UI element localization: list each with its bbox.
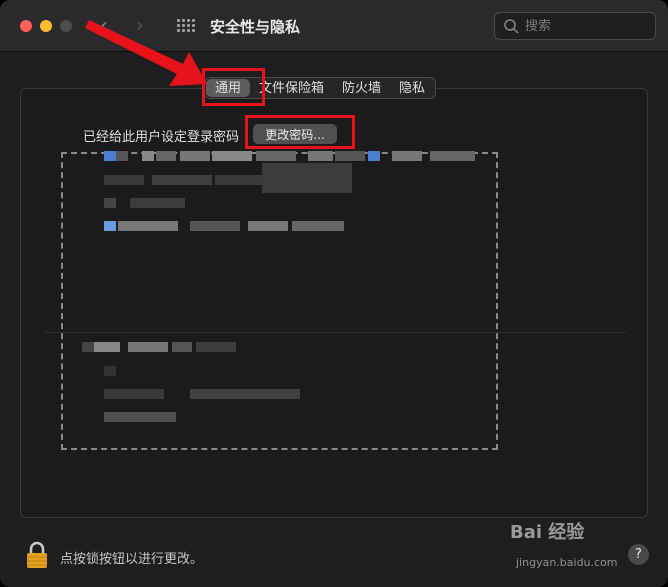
annotation-arrow-icon (85, 20, 207, 86)
search-icon (504, 19, 519, 34)
watermark-url: jingyan.baidu.com (516, 556, 618, 569)
search-field[interactable] (494, 12, 656, 40)
preferences-window: ‹ › 安全性与隐私 通用 文件保险箱 防火墙 隐私 已经给此用户设定登录密码 … (0, 0, 668, 587)
close-window-button[interactable] (20, 20, 32, 32)
tab-privacy[interactable]: 隐私 (390, 79, 434, 97)
password-status-label: 已经给此用户设定登录密码 (83, 130, 240, 145)
search-input[interactable] (525, 17, 645, 35)
help-icon[interactable]: ? (628, 544, 649, 565)
highlight-change-password (245, 115, 355, 149)
redacted-content-area (61, 152, 498, 450)
tab-firewall[interactable]: 防火墙 (333, 79, 390, 97)
highlight-general-tab (202, 68, 265, 106)
watermark-logo: Bai 经验 (510, 522, 585, 543)
zoom-window-button[interactable] (60, 20, 72, 32)
lock-hint-text: 点按锁按钮以进行更改。 (60, 552, 204, 567)
window-title: 安全性与隐私 (210, 18, 301, 36)
minimize-window-button[interactable] (40, 20, 52, 32)
lock-icon[interactable] (26, 541, 48, 569)
